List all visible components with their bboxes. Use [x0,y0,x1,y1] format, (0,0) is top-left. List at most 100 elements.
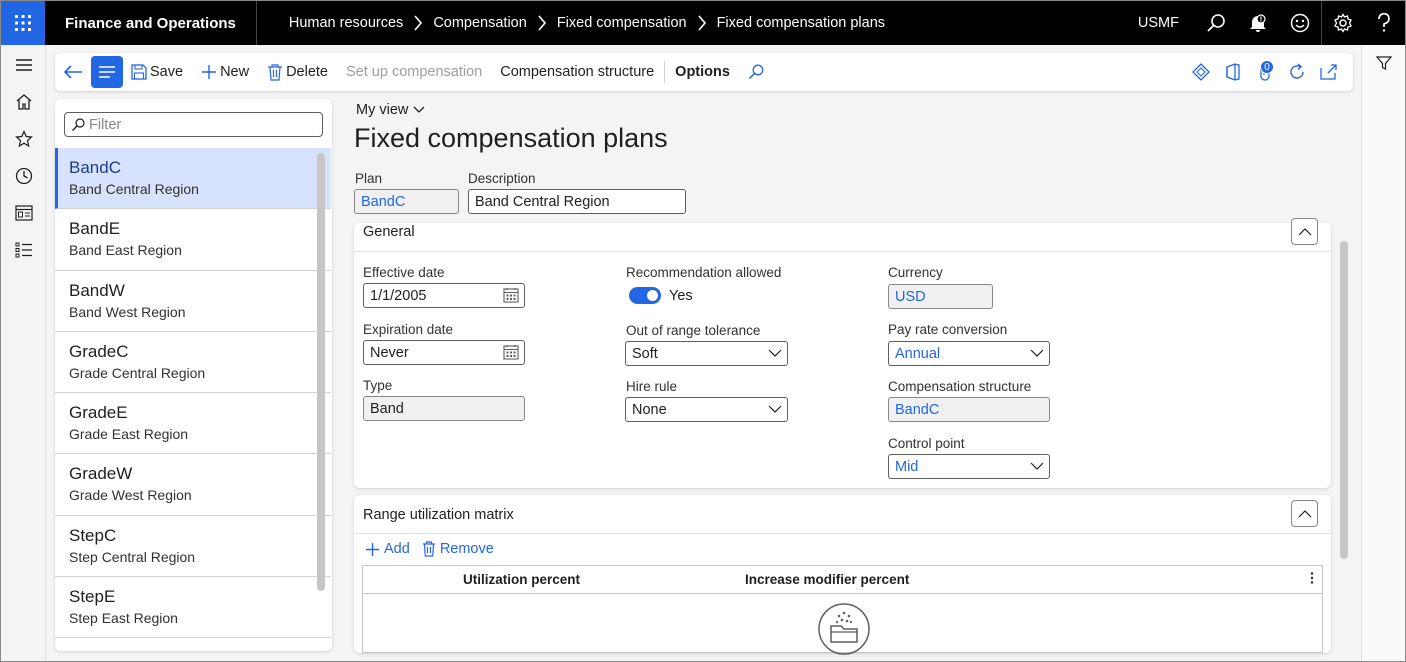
arrow-left-icon [63,65,82,79]
list-item[interactable]: BandC Band Central Region [55,148,331,210]
out-of-range-tolerance-select[interactable]: Soft [625,341,788,366]
empty-grid-folder-icon [817,602,871,656]
calendar-icon[interactable] [503,344,519,360]
power-apps-icon [1192,63,1210,81]
compensation-structure-field[interactable]: BandC [888,397,1050,422]
control-point-select[interactable]: Mid [888,454,1050,479]
hire-rule-select[interactable]: None [625,397,788,422]
plan-label: Plan [355,171,383,186]
list-item[interactable]: BandW Band West Region [55,271,331,332]
plan-field[interactable]: BandC [354,189,459,214]
app-name[interactable]: Finance and Operations [45,1,257,45]
workspace-icon [14,204,33,221]
calendar-icon[interactable] [503,287,519,303]
add-row-button[interactable]: Add [365,541,410,557]
company-picker[interactable]: USMF [1138,15,1179,31]
action-search-button[interactable] [739,54,773,90]
pay-rate-conversion-value: Annual [895,345,941,362]
attachments-button[interactable]: 0 [1249,54,1281,90]
list-item[interactable]: GradeC Grade Central Region [55,332,331,394]
type-field[interactable]: Band [363,396,525,421]
column-header-utilization-percent[interactable]: Utilization percent [463,572,580,587]
filter-input[interactable] [89,116,309,133]
back-button[interactable] [55,54,91,90]
breadcrumb-human-resources[interactable]: Human resources [289,15,403,31]
compensation-structure-button[interactable]: Compensation structure [491,54,663,90]
list-scrollbar[interactable] [317,153,325,591]
options-tab[interactable]: Options [666,54,739,90]
open-in-new-window-button[interactable] [1313,54,1345,90]
remove-row-button[interactable]: Remove [422,541,494,557]
matrix-toolbar: Add Remove [365,541,506,557]
grid-options-button[interactable] [1310,571,1314,585]
set-up-compensation-button[interactable]: Set up compensation [337,54,491,90]
hire-rule-value: None [632,401,667,418]
collapse-matrix-button[interactable] [1291,500,1318,527]
column-header-increase-modifier-percent[interactable]: Increase modifier percent [745,572,909,587]
settings-button[interactable] [1321,1,1363,45]
pay-rate-conversion-label: Pay rate conversion [888,322,1008,337]
list-item-title: BandW [69,280,125,300]
breadcrumb-fixed-compensation-plans[interactable]: Fixed compensation plans [717,15,885,31]
expiration-date-label: Expiration date [363,322,454,337]
home-button[interactable] [1,83,46,120]
view-selector-label: My view [356,102,409,118]
app-launcher-button[interactable] [1,1,45,45]
description-label: Description [468,171,536,186]
expand-navigation-button[interactable] [1,46,46,83]
save-button[interactable]: Save [131,54,192,90]
modules-button[interactable] [1,231,46,268]
collapse-general-button[interactable] [1291,218,1318,245]
page-title: Fixed compensation plans [354,123,668,153]
list-view-toggle[interactable] [91,56,123,88]
feedback-button[interactable] [1279,1,1321,45]
search-button[interactable] [1195,1,1237,45]
funnel-icon [1375,56,1392,70]
delete-button[interactable]: Delete [258,54,337,90]
expiration-date-field[interactable]: Never [363,340,525,365]
notifications-button[interactable] [1237,1,1279,45]
currency-label: Currency [888,265,943,280]
plans-list: BandC Band Central Region BandE Band Eas… [55,148,331,639]
pay-rate-conversion-select[interactable]: Annual [888,341,1050,366]
range-utilization-matrix-fasttab: Range utilization matrix Add Remove Util… [354,495,1331,656]
details-scrollbar[interactable] [1340,241,1348,559]
recommendation-allowed-toggle[interactable] [629,287,661,304]
card-divider [354,533,1331,534]
workspaces-button[interactable] [1,194,46,231]
top-bar: Finance and Operations Human resources C… [1,1,1405,45]
new-button[interactable]: New [192,54,258,90]
chevron-right-icon [697,15,707,31]
add-row-label: Add [384,541,410,557]
list-item[interactable]: GradeW Grade West Region [55,454,331,516]
list-item[interactable]: BandE Band East Region [55,209,331,271]
favorites-button[interactable] [1,120,46,157]
list-item[interactable]: GradeE Grade East Region [55,393,331,455]
office-button[interactable] [1217,54,1249,90]
list-item[interactable]: StepC Step Central Region [55,516,331,578]
list-item[interactable]: StepE Step East Region [55,577,331,639]
breadcrumb-fixed-compensation[interactable]: Fixed compensation [557,15,687,31]
recent-button[interactable] [1,157,46,194]
feedback-smiley-icon [1290,13,1310,33]
general-heading[interactable]: General [363,224,415,240]
range-utilization-matrix-heading[interactable]: Range utilization matrix [363,507,514,523]
list-item-title: StepC [69,525,117,545]
description-field[interactable]: Band Central Region [468,189,686,214]
currency-field[interactable]: USD [888,284,993,309]
power-apps-button[interactable] [1185,54,1217,90]
effective-date-field[interactable]: 1/1/2005 [363,283,525,308]
list-item-subtitle: Step Central Region [69,548,196,565]
filter-pane-button[interactable] [1362,45,1405,81]
help-button[interactable] [1363,1,1405,45]
control-point-value: Mid [895,458,919,475]
list-item-subtitle: Step East Region [69,610,178,627]
save-icon [131,64,147,80]
list-item-title: StepE [69,587,116,607]
attachments-count-badge: 0 [1260,60,1274,74]
delete-label: Delete [286,64,328,80]
view-selector[interactable]: My view [356,102,425,118]
filter-box[interactable] [64,112,323,137]
breadcrumb-compensation[interactable]: Compensation [433,15,527,31]
refresh-button[interactable] [1281,54,1313,90]
